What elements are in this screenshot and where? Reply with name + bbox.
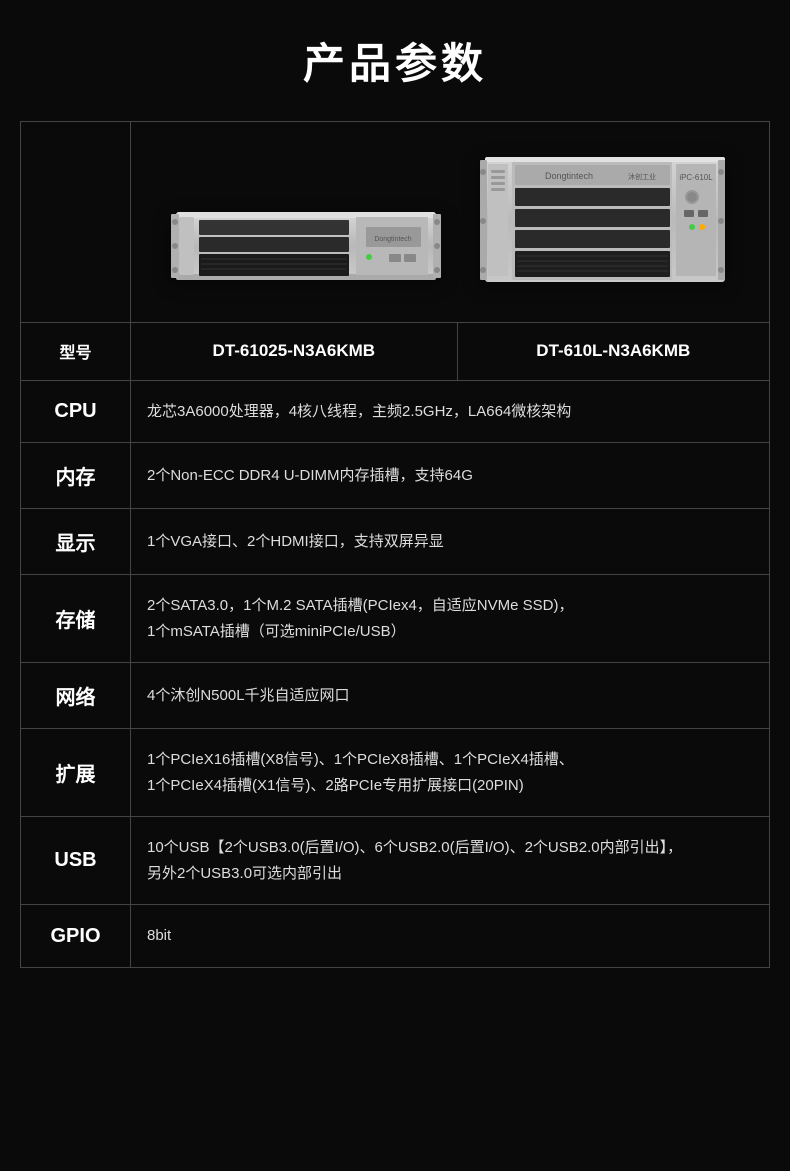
spec-row-4: 网络4个沐创N500L千兆自适应网口 (21, 663, 770, 729)
spec-label-1: 内存 (21, 443, 131, 509)
spec-label-5: 扩展 (21, 729, 131, 817)
spec-label-7: GPIO (21, 905, 131, 968)
spec-label-4: 网络 (21, 663, 131, 729)
spec-value-1: 2个Non-ECC DDR4 U-DIMM内存插槽，支持64G (131, 443, 770, 509)
spec-label-3: 存储 (21, 575, 131, 663)
model-1-value: DT-61025-N3A6KMB (131, 323, 458, 381)
svg-text:iPC-610L: iPC-610L (679, 173, 713, 182)
svg-text:Dongtintech: Dongtintech (545, 171, 593, 181)
images-row: Dongtintech (21, 122, 770, 323)
spec-label-2: 显示 (21, 509, 131, 575)
spec-row-1: 内存2个Non-ECC DDR4 U-DIMM内存插槽，支持64G (21, 443, 770, 509)
spec-row-0: CPU龙芯3A6000处理器，4核八线程，主频2.5GHz，LA664微核架构 (21, 380, 770, 443)
images-label-cell (21, 122, 131, 323)
spec-row-7: GPIO8bit (21, 905, 770, 968)
specs-table: Dongtintech (20, 121, 770, 968)
spec-label-0: CPU (21, 380, 131, 443)
spec-value-4: 4个沐创N500L千兆自适应网口 (131, 663, 770, 729)
svg-text:沐创工业: 沐创工业 (628, 172, 656, 181)
spec-value-5: 1个PCIeX16插槽(X8信号)、1个PCIeX8插槽、1个PCIeX4插槽、… (131, 729, 770, 817)
spec-row-6: USB10个USB【2个USB3.0(后置I/O)、6个USB2.0(后置I/O… (21, 817, 770, 905)
spec-value-3: 2个SATA3.0，1个M.2 SATA插槽(PCIex4，自适应NVMe SS… (131, 575, 770, 663)
spec-value-7: 8bit (131, 905, 770, 968)
header-row: 型号 DT-61025-N3A6KMB DT-610L-N3A6KMB (21, 323, 770, 381)
product-image-2: Dongtintech 沐创工业 (480, 152, 730, 292)
specs-tbody: CPU龙芯3A6000处理器，4核八线程，主频2.5GHz，LA664微核架构内… (21, 380, 770, 967)
spec-row-2: 显示1个VGA接口、2个HDMI接口，支持双屏异显 (21, 509, 770, 575)
svg-text:Dongtintech: Dongtintech (374, 236, 411, 243)
spec-value-6: 10个USB【2个USB3.0(后置I/O)、6个USB2.0(后置I/O)、2… (131, 817, 770, 905)
spec-row-3: 存储2个SATA3.0，1个M.2 SATA插槽(PCIex4，自适应NVMe … (21, 575, 770, 663)
page-wrapper: 产品参数 (0, 0, 790, 1008)
spec-row-5: 扩展1个PCIeX16插槽(X8信号)、1个PCIeX8插槽、1个PCIeX4插… (21, 729, 770, 817)
model-2-value: DT-610L-N3A6KMB (457, 323, 769, 381)
spec-value-0: 龙芯3A6000处理器，4核八线程，主频2.5GHz，LA664微核架构 (131, 380, 770, 443)
spec-value-2: 1个VGA接口、2个HDMI接口，支持双屏异显 (131, 509, 770, 575)
model-label: 型号 (21, 323, 131, 381)
spec-label-6: USB (21, 817, 131, 905)
page-title: 产品参数 (20, 30, 770, 91)
product-image-1: Dongtintech (171, 192, 441, 292)
images-cell: Dongtintech (131, 122, 770, 323)
